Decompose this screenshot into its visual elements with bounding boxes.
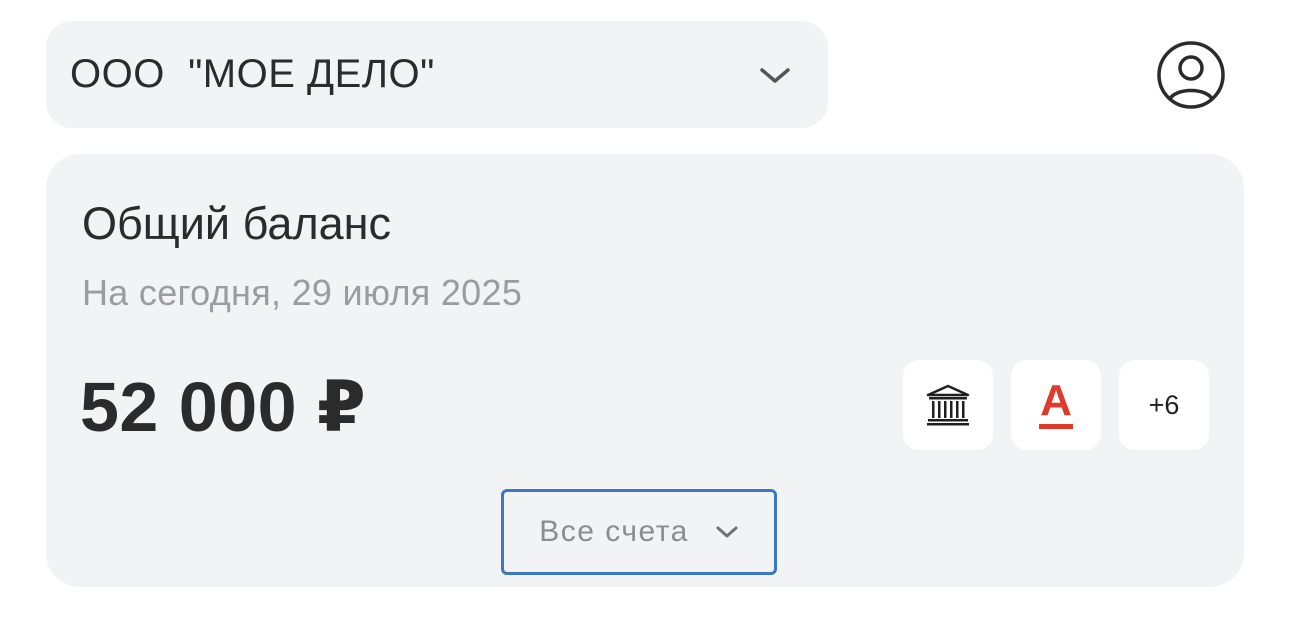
balance-date: На сегодня, 29 июля 2025	[82, 272, 523, 313]
page: ООО "МОЕ ДЕЛО" Общий баланс На сегодня, …	[0, 0, 1290, 625]
user-circle-icon	[1157, 41, 1225, 109]
bank-tile-more[interactable]: +6	[1119, 360, 1209, 450]
chevron-down-icon	[758, 65, 792, 85]
alfa-bank-logo: А	[1039, 376, 1073, 429]
bank-building-icon	[926, 384, 970, 426]
alfa-logo-underline	[1039, 424, 1073, 429]
company-select[interactable]: ООО "МОЕ ДЕЛО"	[46, 21, 828, 128]
all-accounts-button[interactable]: Все счета	[501, 489, 777, 575]
chevron-down-icon	[716, 526, 738, 538]
profile-button[interactable]	[1155, 39, 1227, 111]
all-accounts-label: Все счета	[539, 515, 689, 548]
more-banks-count: +6	[1148, 389, 1180, 420]
bank-tile-alfa[interactable]: А	[1011, 360, 1101, 450]
bank-tile-generic[interactable]	[903, 360, 993, 450]
balance-card: Общий баланс На сегодня, 29 июля 2025 52…	[46, 154, 1244, 587]
alfa-logo-letter: А	[1040, 376, 1072, 425]
balance-amount: 52 000 ₽	[80, 368, 367, 446]
balance-title: Общий баланс	[82, 198, 391, 249]
company-name: ООО "МОЕ ДЕЛО"	[70, 52, 435, 96]
